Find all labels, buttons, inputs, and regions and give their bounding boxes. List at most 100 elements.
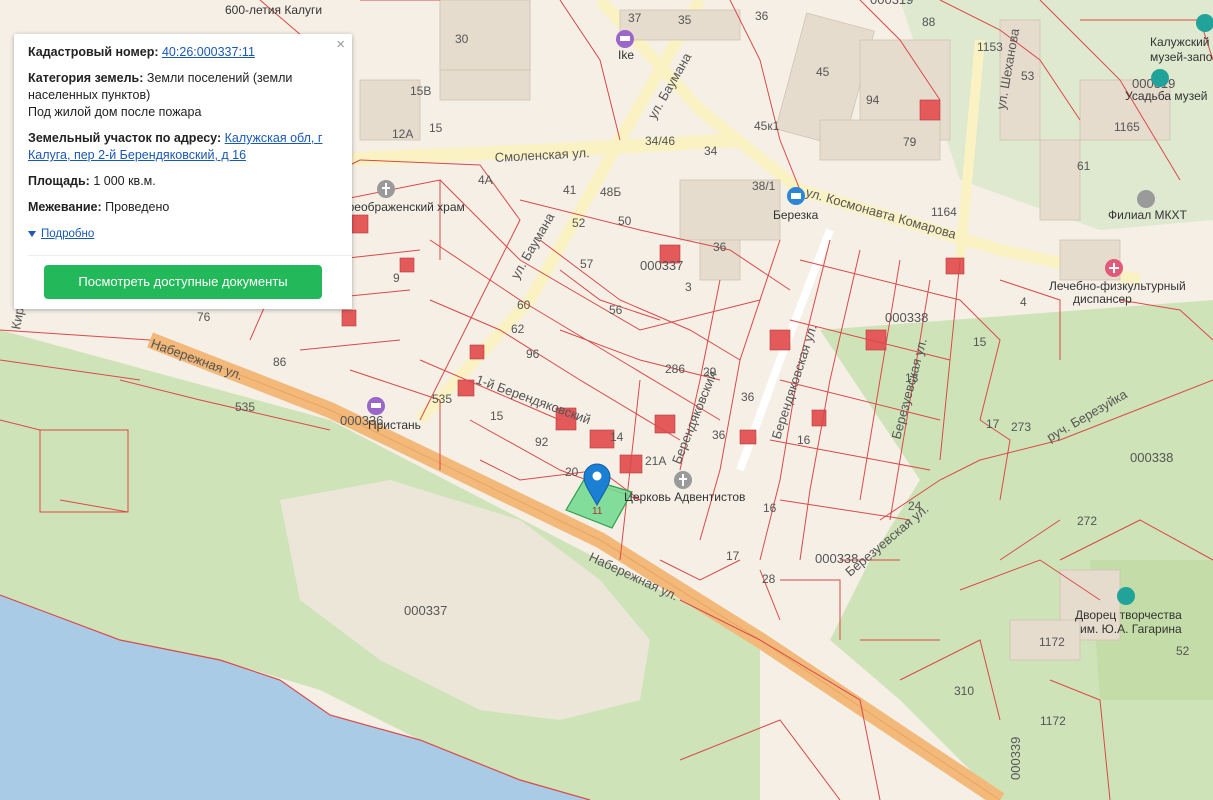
details-toggle[interactable]: Подробно: [28, 226, 94, 243]
land-use-value: Под жилой дом после пожара: [28, 105, 202, 119]
popup-divider: [28, 255, 352, 256]
svg-text:14: 14: [610, 430, 624, 444]
cadastral-number-link[interactable]: 40:26:000337:11: [162, 45, 255, 59]
zone-label: 000337: [640, 258, 683, 273]
svg-text:79: 79: [903, 135, 917, 149]
svg-text:56: 56: [609, 303, 623, 317]
poi-museum-1: Калужский: [1150, 35, 1209, 49]
church-icon[interactable]: [377, 180, 395, 198]
poi-usadba: Усадьба музей: [1125, 89, 1207, 103]
museum-icon[interactable]: [1151, 69, 1169, 87]
zone-label: 000339: [1008, 737, 1023, 780]
svg-text:57: 57: [580, 257, 594, 271]
zone-label: 000319: [870, 0, 913, 7]
svg-text:45к1: 45к1: [754, 119, 780, 133]
view-documents-button[interactable]: Посмотреть доступные документы: [44, 265, 322, 299]
svg-text:20: 20: [565, 465, 579, 479]
close-icon[interactable]: ×: [336, 36, 345, 53]
svg-text:15: 15: [973, 335, 987, 349]
svg-text:34: 34: [704, 144, 718, 158]
address-row: Земельный участок по адресу: Калужская о…: [28, 130, 338, 164]
svg-text:62: 62: [511, 322, 525, 336]
svg-text:13: 13: [905, 371, 919, 385]
svg-text:86: 86: [273, 355, 287, 369]
svg-text:34/46: 34/46: [645, 134, 675, 148]
zone-label: 000338: [1130, 450, 1173, 465]
svg-text:1172: 1172: [1039, 635, 1065, 649]
area-label: Площадь:: [28, 174, 90, 188]
svg-text:4А: 4А: [478, 173, 493, 187]
svg-text:52: 52: [572, 216, 586, 230]
triangle-down-icon: [28, 231, 36, 237]
svg-text:15: 15: [429, 121, 443, 135]
svg-text:16: 16: [763, 501, 777, 515]
svg-text:28: 28: [762, 572, 776, 586]
svg-text:29: 29: [703, 365, 717, 379]
poi-filial: Филиал МКХТ: [1108, 208, 1188, 222]
svg-text:4: 4: [1020, 295, 1027, 309]
svg-text:94: 94: [866, 93, 880, 107]
svg-text:9: 9: [393, 271, 400, 285]
zone-label: 000337: [404, 603, 447, 618]
poi-church-adventist: Церковь Адвентистов: [624, 490, 745, 504]
svg-text:24: 24: [908, 499, 922, 513]
svg-text:15: 15: [490, 409, 504, 423]
svg-text:273: 273: [1011, 420, 1031, 434]
svg-text:41: 41: [563, 183, 577, 197]
svg-text:37: 37: [628, 11, 642, 25]
svg-text:15В: 15В: [410, 84, 431, 98]
svg-text:52: 52: [1176, 644, 1190, 658]
museum-icon[interactable]: [1117, 587, 1135, 605]
poi-museum-2: музей-заповедник: [1150, 50, 1213, 64]
svg-text:53: 53: [1021, 69, 1035, 83]
details-link[interactable]: Подробно: [41, 226, 94, 243]
svg-text:30: 30: [455, 32, 469, 46]
church-icon[interactable]: [674, 471, 692, 489]
selected-parcel-number: 11: [592, 506, 603, 517]
svg-text:16: 16: [797, 433, 811, 447]
svg-text:38/1: 38/1: [752, 179, 776, 193]
hotel-icon[interactable]: [616, 30, 634, 48]
svg-text:36: 36: [712, 428, 726, 442]
svg-text:12А: 12А: [392, 127, 413, 141]
svg-text:272: 272: [1077, 514, 1097, 528]
cadastral-number-label: Кадастровый номер:: [28, 45, 159, 59]
svg-text:286: 286: [665, 362, 685, 376]
zone-label: 000338: [815, 551, 858, 566]
poi-bereza: Березка: [773, 208, 819, 222]
zone-label: 000338: [885, 310, 928, 325]
hotel-icon[interactable]: [367, 397, 385, 415]
svg-text:21А: 21А: [645, 454, 666, 468]
land-category-label: Категория земель:: [28, 71, 144, 85]
parcel-1[interactable]: [39, 429, 129, 513]
svg-text:36: 36: [755, 9, 769, 23]
poi-dispanser-2: диспансер: [1073, 292, 1132, 306]
survey-row: Межевание: Проведено: [28, 199, 338, 216]
svg-text:310: 310: [954, 684, 974, 698]
medical-icon[interactable]: [1105, 259, 1123, 277]
svg-text:3: 3: [685, 280, 692, 294]
svg-text:17: 17: [986, 417, 1000, 431]
svg-text:76: 76: [197, 310, 211, 324]
svg-text:92: 92: [535, 435, 549, 449]
shop-icon[interactable]: [787, 187, 805, 205]
svg-text:1164: 1164: [931, 205, 957, 219]
svg-text:88: 88: [922, 15, 936, 29]
svg-text:45: 45: [816, 65, 830, 79]
school-icon[interactable]: [1137, 190, 1155, 208]
poi-palace-2: им. Ю.А. Гагарина: [1080, 622, 1182, 636]
svg-text:1165: 1165: [1114, 120, 1140, 134]
parcel-info-popup: × Кадастровый номер: 40:26:000337:11 Кат…: [14, 34, 352, 309]
area-value: 1 000 кв.м.: [93, 174, 156, 188]
poi-pristan: Пристань: [368, 418, 421, 432]
address-label: Земельный участок по адресу:: [28, 131, 222, 145]
svg-text:36: 36: [741, 390, 755, 404]
svg-text:1153: 1153: [977, 40, 1003, 54]
svg-text:96: 96: [526, 347, 540, 361]
poi-park-600: 600-летия Калуги: [225, 3, 322, 17]
svg-text:535: 535: [235, 400, 255, 414]
svg-text:61: 61: [1077, 159, 1091, 173]
svg-text:50: 50: [618, 214, 632, 228]
svg-text:17: 17: [726, 549, 740, 563]
area-row: Площадь: 1 000 кв.м.: [28, 173, 338, 190]
